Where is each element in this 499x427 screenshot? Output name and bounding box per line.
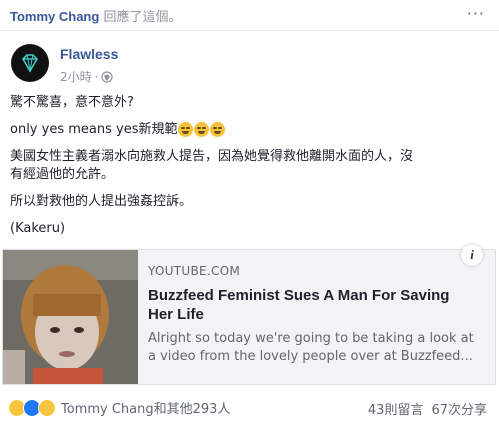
grin-emoji-icon xyxy=(178,122,194,137)
engagement-counts: 43則留言 67次分享 xyxy=(368,399,487,418)
shared-by-line: Tommy Chang 回應了這個。 xyxy=(10,6,181,25)
sharer-name[interactable]: Tommy Chang xyxy=(10,9,99,24)
meta-separator: · xyxy=(94,69,99,84)
thumbnail-image xyxy=(3,250,138,384)
shares-count[interactable]: 67次分享 xyxy=(431,399,487,418)
post-meta: 2小時 · xyxy=(60,68,114,85)
post-line-2-text: only yes means yes新規範 xyxy=(10,122,178,137)
link-title[interactable]: Buzzfeed Feminist Sues A Man For Saving … xyxy=(148,286,478,324)
post-line-4: 有經過他的允許。 xyxy=(10,167,115,182)
video-thumbnail[interactable] xyxy=(3,250,138,384)
header-divider xyxy=(0,30,499,31)
post-time[interactable]: 2小時 xyxy=(60,68,92,85)
reactions-summary[interactable]: Tommy Chang和其他293人 xyxy=(8,398,230,417)
globe-icon xyxy=(101,70,114,83)
post-line-5: 所以對救他的人提出強姦控訴。 xyxy=(10,194,193,209)
post-line-2: only yes means yes新規範 xyxy=(10,121,226,139)
grin-emoji-icon xyxy=(194,122,210,137)
post-line-3: 美國女性主義者溺水向施救人提告，因為她覺得救他離開水面的人，沒 xyxy=(10,149,414,164)
reactors-text[interactable]: Tommy Chang和其他293人 xyxy=(61,398,230,417)
diamond-logo-icon xyxy=(21,54,39,73)
post-line-6: (Kakeru) xyxy=(10,221,66,236)
info-button[interactable]: i xyxy=(461,244,483,266)
comments-count[interactable]: 43則留言 xyxy=(368,399,424,418)
more-options-button[interactable]: ··· xyxy=(467,4,485,23)
shared-action-text: 回應了這個。 xyxy=(103,10,182,25)
page-name-link[interactable]: Flawless xyxy=(60,46,118,62)
link-domain: YOUTUBE.COM xyxy=(148,264,241,278)
link-description: Alright so today we're going to be takin… xyxy=(148,330,483,366)
wow-icon xyxy=(38,398,56,417)
page-avatar[interactable] xyxy=(11,44,49,82)
emoji-group xyxy=(177,122,226,137)
post-line-1: 驚不驚喜，意不意外? xyxy=(10,95,134,110)
link-description-text: Alright so today we're going to be takin… xyxy=(148,331,474,364)
grin-emoji-icon xyxy=(210,122,226,137)
